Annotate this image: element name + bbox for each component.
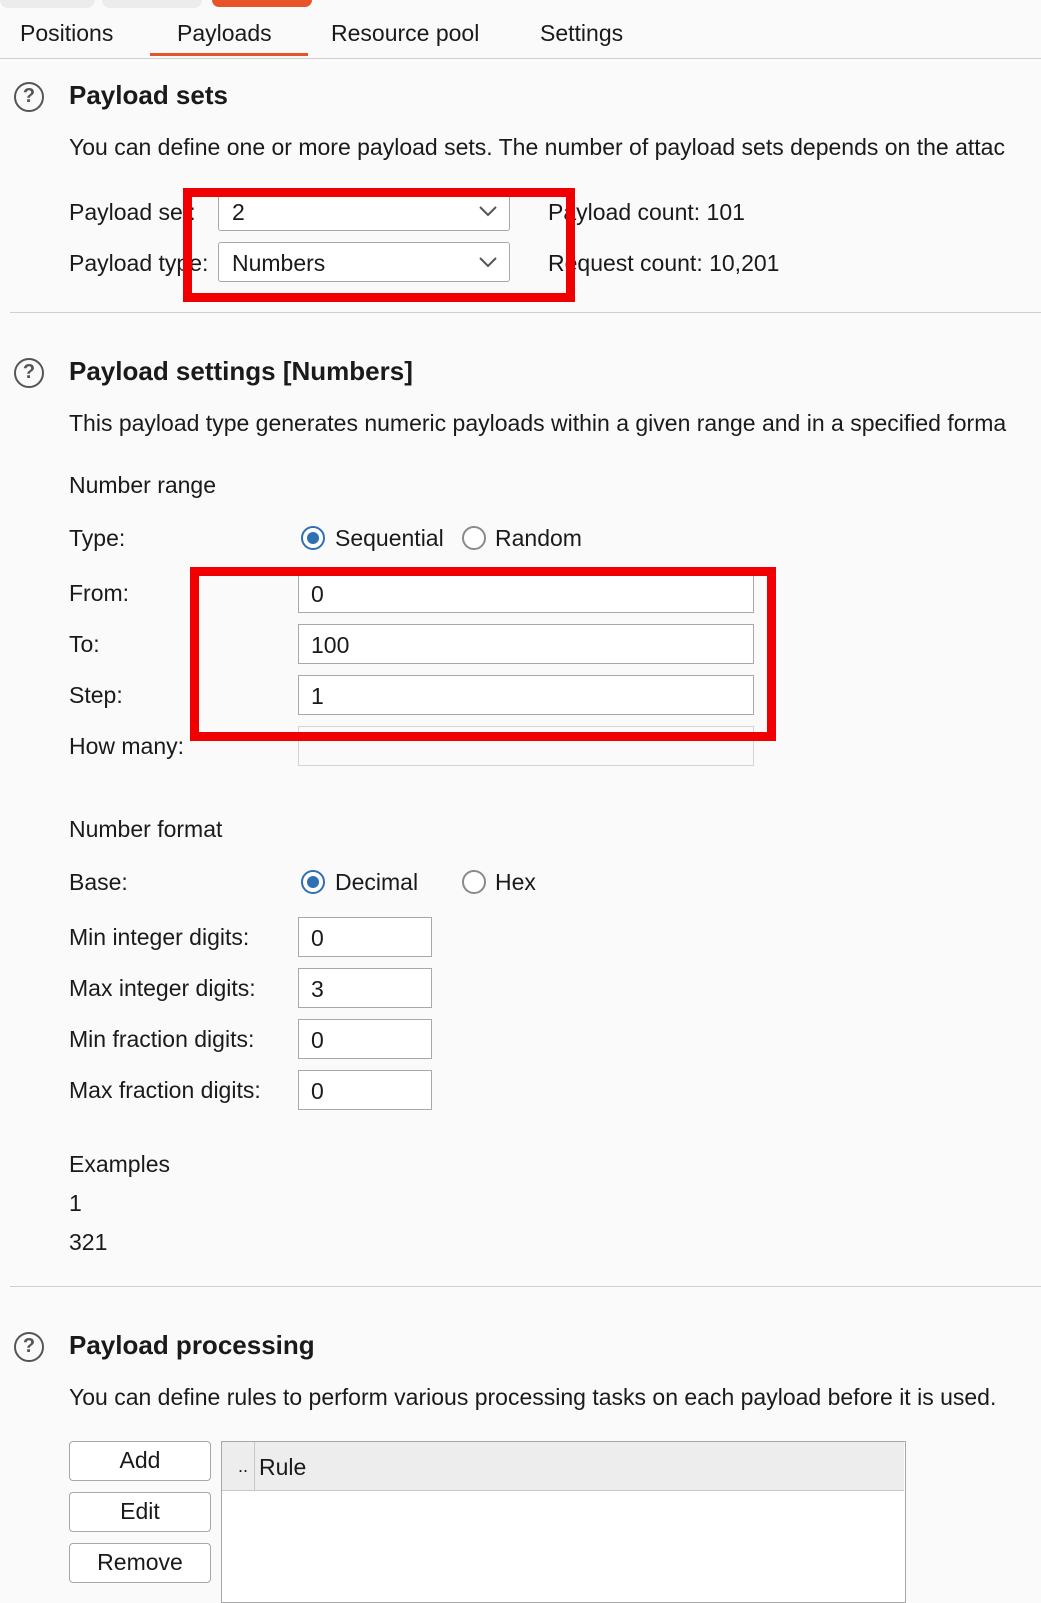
hex-radio[interactable] (462, 870, 486, 894)
payload-set-label: Payload set: (69, 199, 196, 225)
to-label: To: (69, 631, 100, 657)
payload-settings-title: Payload settings [Numbers] (69, 356, 413, 386)
how-many-label: How many: (69, 733, 185, 759)
example-value: 1 (69, 1190, 82, 1216)
max-fraction-digits-label: Max fraction digits: (69, 1077, 261, 1103)
help-icon[interactable]: ? (14, 1332, 44, 1362)
max-fraction-digits-value: 0 (311, 1078, 324, 1104)
sequential-label[interactable]: Sequential (335, 525, 444, 552)
tab-settings[interactable]: Settings (540, 20, 623, 47)
step-label: Step: (69, 682, 123, 708)
min-integer-digits-input[interactable]: 0 (298, 917, 432, 957)
min-integer-digits-value: 0 (311, 925, 324, 951)
help-icon[interactable]: ? (14, 82, 44, 112)
active-tab-indicator (150, 53, 308, 56)
payload-settings-description: This payload type generates numeric payl… (69, 410, 1007, 436)
payload-processing-description: You can define rules to perform various … (69, 1384, 997, 1410)
rules-table-header (222, 1442, 904, 1491)
decimal-radio[interactable] (301, 870, 325, 894)
payload-sets-title: Payload sets (69, 80, 228, 110)
max-integer-digits-label: Max integer digits: (69, 975, 256, 1001)
column-divider (254, 1442, 255, 1490)
base-label: Base: (69, 869, 128, 895)
min-fraction-digits-value: 0 (311, 1027, 324, 1053)
type-label: Type: (69, 525, 126, 551)
number-format-heading: Number format (69, 816, 223, 842)
top-tab[interactable] (102, 0, 202, 8)
max-integer-digits-value: 3 (311, 976, 324, 1002)
example-value: 321 (69, 1229, 108, 1255)
max-integer-digits-input[interactable]: 3 (298, 968, 432, 1008)
decimal-label[interactable]: Decimal (335, 869, 418, 896)
highlight-box (183, 188, 575, 302)
random-label[interactable]: Random (495, 525, 582, 552)
min-fraction-digits-label: Min fraction digits: (69, 1026, 255, 1052)
edit-button[interactable]: Edit (69, 1492, 211, 1532)
column-header-enabled[interactable]: .. (238, 1456, 248, 1477)
min-fraction-digits-input[interactable]: 0 (298, 1019, 432, 1059)
max-fraction-digits-input[interactable]: 0 (298, 1070, 432, 1110)
number-range-heading: Number range (69, 472, 217, 498)
payload-count: Payload count: 101 (548, 199, 745, 225)
rules-table[interactable]: .. Rule (221, 1441, 906, 1603)
request-count: Request count: 10,201 (548, 250, 780, 276)
payload-sets-description: You can define one or more payload sets.… (69, 134, 1005, 160)
help-icon[interactable]: ? (14, 358, 44, 388)
column-header-rule[interactable]: Rule (259, 1454, 306, 1481)
add-button[interactable]: Add (69, 1441, 211, 1481)
random-radio[interactable] (462, 526, 486, 550)
payload-processing-title: Payload processing (69, 1330, 315, 1360)
highlight-box (190, 567, 776, 741)
from-label: From: (69, 580, 130, 606)
tab-resource-pool[interactable]: Resource pool (331, 20, 479, 47)
tab-payloads[interactable]: Payloads (177, 20, 272, 47)
sequential-radio[interactable] (301, 526, 325, 550)
min-integer-digits-label: Min integer digits: (69, 924, 250, 950)
section-divider (10, 312, 1041, 313)
top-tab-active[interactable] (212, 0, 312, 7)
top-tab[interactable] (0, 0, 95, 8)
hex-label[interactable]: Hex (495, 869, 536, 896)
remove-button[interactable]: Remove (69, 1543, 211, 1583)
tab-positions[interactable]: Positions (20, 20, 113, 47)
examples-heading: Examples (69, 1151, 170, 1177)
section-divider (10, 1286, 1041, 1287)
